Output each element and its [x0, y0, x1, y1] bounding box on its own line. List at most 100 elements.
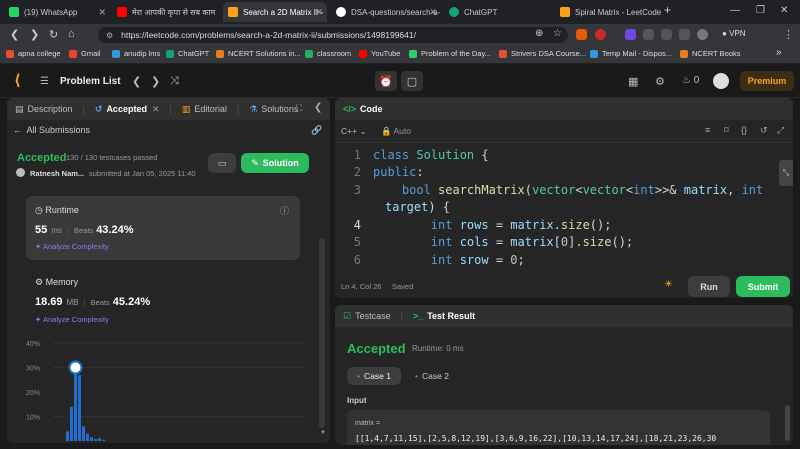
restore-icon[interactable]: ❐: [756, 5, 765, 16]
bookmark-youtube[interactable]: YouTube: [359, 49, 400, 58]
tab-code[interactable]: </> Code: [343, 104, 383, 114]
case-1-tab[interactable]: • Case 1: [347, 367, 401, 385]
bookmark-star-icon[interactable]: ☆: [553, 28, 562, 39]
chart-bar[interactable]: [98, 438, 101, 441]
next-problem-icon[interactable]: ❯: [151, 75, 160, 88]
browser-tab-whatsapp[interactable]: (19) WhatsApp ✕: [4, 2, 110, 22]
run-button[interactable]: Run: [688, 276, 730, 297]
code-line[interactable]: 5 int cols = matrix[0]. size ();: [335, 234, 633, 251]
browser-tab-leetcode-active[interactable]: Search a 2D Matrix II - ✕: [223, 2, 327, 22]
browser-tab-spiral[interactable]: Spiral Matrix - LeetCode: [555, 2, 661, 22]
bookmark-chatgpt[interactable]: ChatGPT: [166, 49, 209, 58]
maximize-icon[interactable]: ⛶: [296, 103, 302, 114]
chart-bar[interactable]: [66, 431, 69, 441]
bookmark-ncert-books[interactable]: NCERT Books: [680, 49, 741, 58]
fullscreen-icon[interactable]: ⤢: [777, 125, 784, 136]
close-icon[interactable]: ✕: [98, 7, 106, 18]
extension-icon[interactable]: [661, 29, 672, 40]
problem-list-icon[interactable]: ☰: [40, 76, 49, 87]
tab-testcase[interactable]: ☑ Testcase: [343, 311, 391, 322]
close-window-icon[interactable]: ✕: [780, 5, 788, 16]
mode-toggle[interactable]: 🔒 Auto: [381, 126, 411, 137]
forward-icon[interactable]: ❯: [30, 28, 39, 41]
bookmark-anudip[interactable]: anudip lms: [112, 49, 160, 58]
extension-alert-icon[interactable]: [595, 29, 606, 40]
editorial-toggle-button[interactable]: ▭: [208, 153, 236, 173]
shuffle-icon[interactable]: ⤨: [170, 75, 179, 88]
menu-icon[interactable]: ⋮: [783, 28, 794, 41]
zoom-icon[interactable]: ⊕: [535, 28, 543, 39]
tab-solutions[interactable]: ⚗ Solutions: [249, 104, 298, 115]
more-bookmarks-button[interactable]: »: [776, 47, 782, 58]
code-line[interactable]: 6 int srow = 0;: [335, 251, 525, 268]
tab-editorial[interactable]: ▥ Editorial: [182, 104, 227, 115]
leetcode-logo-icon[interactable]: ⟨: [14, 73, 28, 89]
prev-problem-icon[interactable]: ❮: [132, 75, 141, 88]
chart-bar[interactable]: [102, 439, 105, 441]
extension-icon[interactable]: [625, 29, 636, 40]
submit-button[interactable]: Submit: [736, 276, 790, 297]
bookmark-icon[interactable]: ⌑: [724, 125, 729, 136]
format-icon[interactable]: ≡: [705, 125, 710, 135]
your-submission-marker[interactable]: [68, 360, 83, 375]
extension-icon[interactable]: [679, 29, 690, 40]
profile-icon[interactable]: [697, 29, 708, 40]
site-info-icon[interactable]: ⚙: [106, 31, 113, 40]
solution-button[interactable]: ✎ Solution: [241, 153, 309, 173]
extension-icon[interactable]: [643, 29, 654, 40]
braces-icon[interactable]: {}: [741, 125, 747, 135]
chart-bar[interactable]: [78, 374, 81, 441]
tab-test-result[interactable]: >_ Test Result: [413, 311, 475, 321]
code-line[interactable]: 3 bool searchMatrix(vector < vector < int >>&…: [335, 181, 763, 198]
url-field[interactable]: ⚙ https://leetcode.com/problems/search-a…: [98, 27, 568, 43]
premium-button[interactable]: Premium: [740, 71, 794, 91]
chart-bar[interactable]: [94, 439, 97, 441]
bookmark-potd[interactable]: Problem of the Day...: [409, 49, 491, 58]
chart-bar[interactable]: [70, 406, 73, 441]
bookmark-apna-college[interactable]: apna college: [6, 49, 61, 58]
settings-gear-icon[interactable]: ⚙: [655, 75, 665, 88]
scroll-down-icon[interactable]: ▼: [320, 430, 326, 436]
reset-icon[interactable]: ↺: [760, 125, 768, 136]
problem-list-link[interactable]: Problem List: [60, 76, 121, 87]
streak-button[interactable]: ♨ 0: [682, 75, 699, 86]
case-2-tab[interactable]: • Case 2: [407, 367, 457, 385]
bookmark-temp-mail[interactable]: Temp Mail - Dispos...: [590, 49, 672, 58]
notes-icon[interactable]: ▢: [401, 71, 423, 91]
analyze-complexity-link[interactable]: ✦ Analyze Complexity: [35, 315, 109, 324]
chart-bar[interactable]: [74, 367, 77, 442]
code-line[interactable]: 4 int rows = matrix. size ();: [335, 216, 612, 233]
browser-tab-chatgpt[interactable]: ChatGPT: [444, 2, 552, 22]
bookmark-ncert-solutions[interactable]: NCERT Solutions in...: [216, 49, 301, 58]
back-to-submissions[interactable]: ← All Submissions: [13, 125, 90, 135]
submitter-name[interactable]: Ratnesh Nam...: [30, 169, 84, 178]
extension-brave-icon[interactable]: [576, 29, 587, 40]
tab-accepted[interactable]: ↺ Accepted ✕: [95, 104, 160, 115]
link-icon[interactable]: 🔗: [311, 125, 322, 136]
bookmark-gmail[interactable]: Gmail: [69, 49, 101, 58]
scrollbar[interactable]: [319, 238, 325, 428]
avatar[interactable]: [16, 168, 25, 177]
code-line[interactable]: 1 class Solution {: [335, 146, 489, 163]
bookmark-strivers[interactable]: Strivers DSA Course...: [499, 49, 586, 58]
vpn-button[interactable]: ● VPN: [722, 29, 746, 38]
debug-icon[interactable]: ☀: [664, 279, 673, 290]
browser-tab-youtube[interactable]: मेरा आपकी कृपा से सब काम: [112, 2, 222, 22]
scrollbar[interactable]: [785, 405, 790, 441]
code-line[interactable]: target) {: [335, 199, 450, 216]
chart-bar[interactable]: [86, 433, 89, 441]
close-icon[interactable]: ✕: [429, 7, 437, 18]
language-select[interactable]: C++ ⌄: [341, 126, 367, 137]
close-icon[interactable]: ✕: [315, 7, 323, 18]
timer-icon[interactable]: ⏰: [375, 71, 397, 91]
close-icon[interactable]: ✕: [152, 104, 160, 115]
expand-side-icon[interactable]: ⤡: [779, 160, 793, 186]
browser-tab-github[interactable]: DSA-questions/search-a- ✕: [331, 2, 441, 22]
home-icon[interactable]: ⌂: [68, 28, 75, 40]
chart-bar[interactable]: [90, 437, 93, 441]
back-icon[interactable]: ❮: [10, 28, 19, 41]
reload-icon[interactable]: ↻: [49, 28, 58, 41]
info-icon[interactable]: ⓘ: [280, 204, 289, 217]
code-editor[interactable]: 1 class Solution {2 public: 3 bool searchMa…: [335, 146, 775, 270]
layout-icon[interactable]: ▦: [628, 75, 638, 88]
